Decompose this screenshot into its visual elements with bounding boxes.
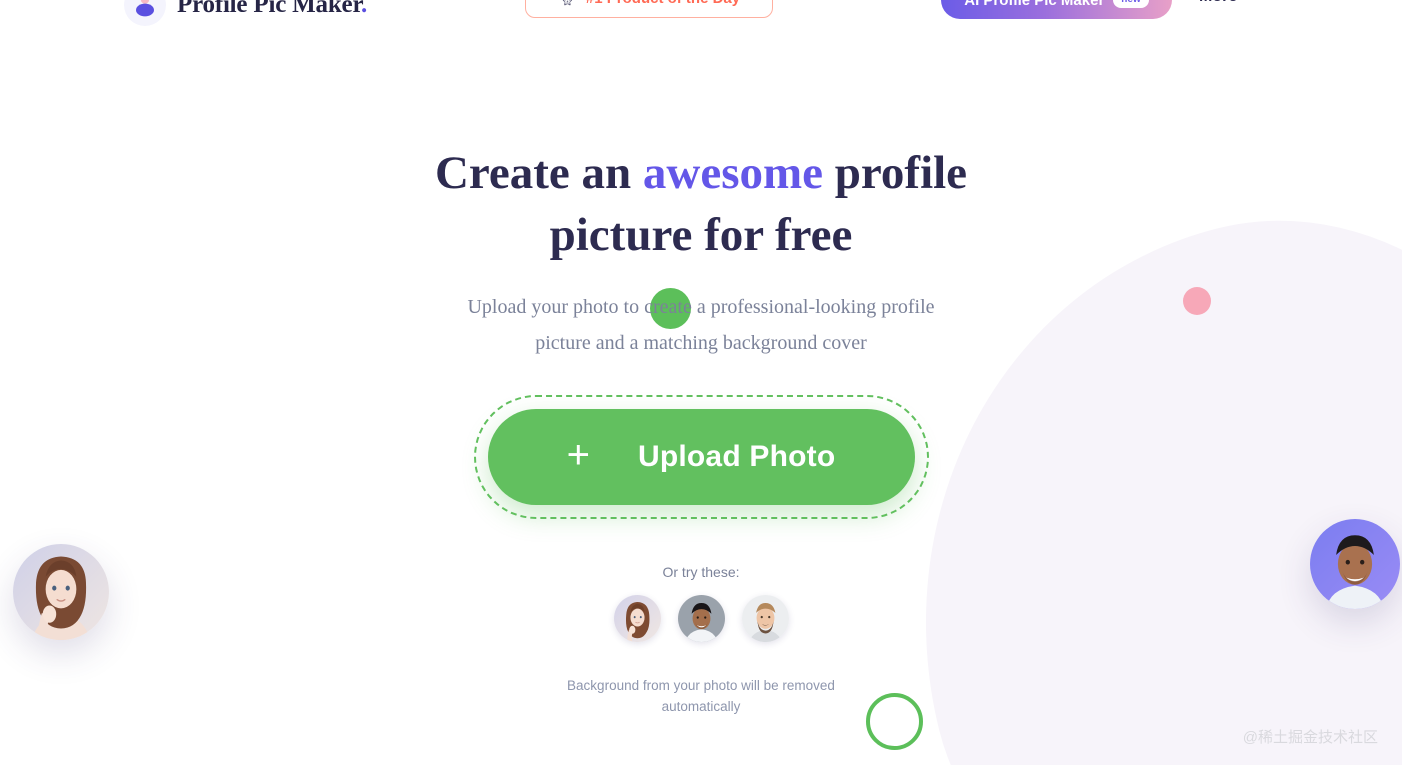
upload-photo-label: Upload Photo (637, 440, 836, 473)
hero-subtitle: Upload your photo to create a profession… (467, 296, 935, 354)
watermark: @稀土掘金技术社区 (1242, 729, 1378, 746)
new-badge: new (1113, 0, 1149, 8)
ai-profile-pic-maker-button[interactable]: AI Profile Pic Maker new (941, 0, 1172, 19)
sample-avatar-man-beard-art (741, 595, 789, 642)
sample-avatar-man-smiling[interactable] (677, 595, 725, 642)
ai-profile-pic-maker-label: AI Profile Pic Maker (964, 0, 1105, 9)
plus-icon: + (566, 433, 590, 477)
site-header: Profile Pic Maker. 🎖 #1 Product of the D… (0, 0, 1402, 26)
try-these-label: Or try these: (662, 564, 740, 580)
upload-photo-button[interactable]: + Upload Photo (487, 409, 915, 505)
logo-text: Profile Pic Maker. (177, 0, 367, 19)
product-hunt-badge[interactable]: 🎖 #1 Product of the Day (525, 0, 773, 18)
sample-avatar-man-smiling-art (677, 595, 725, 642)
sample-avatar-woman[interactable] (613, 595, 661, 642)
hero-section: Create an awesome profile picture for fr… (0, 0, 1402, 765)
nav-more-menu[interactable]: More (1199, 0, 1258, 6)
sample-avatar-woman-art (613, 595, 661, 642)
logo[interactable]: Profile Pic Maker. (124, 0, 367, 26)
page-title-highlight: awesome (642, 147, 824, 199)
logo-text-label: Profile Pic Maker (177, 0, 362, 18)
product-hunt-badge-label: #1 Product of the Day (586, 0, 740, 7)
medal-icon: 🎖 (558, 0, 577, 6)
page-title-part1: Create an (434, 147, 643, 199)
background-removal-note: Background from your photo will be remov… (567, 678, 835, 714)
logo-glyph (136, 0, 154, 17)
logo-text-dot: . (361, 0, 368, 18)
profile-pic-maker-logo-icon (124, 0, 166, 26)
upload-dropzone[interactable]: + Upload Photo (473, 395, 929, 519)
nav-more-label: More (1199, 0, 1237, 6)
sample-avatars-list (613, 595, 789, 642)
page-title: Create an awesome profile picture for fr… (391, 142, 1011, 266)
sample-avatar-man-beard[interactable] (741, 595, 789, 642)
